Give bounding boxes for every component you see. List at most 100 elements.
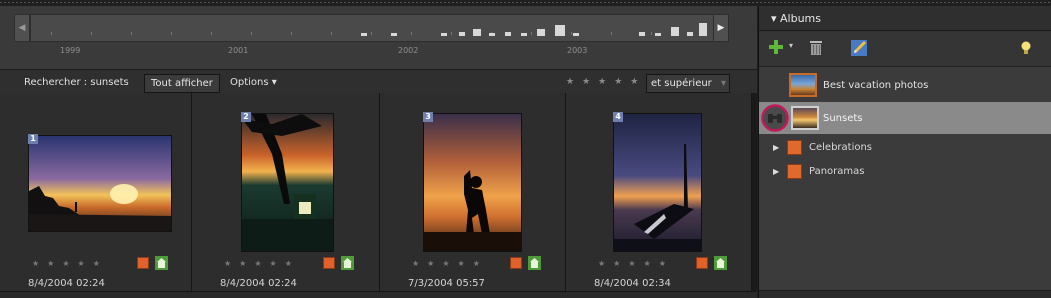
- album-item-best-vacation-photos[interactable]: Best vacation photos: [759, 70, 1051, 100]
- category-folder-icon: [787, 140, 802, 155]
- timeline-tick: [331, 32, 332, 35]
- photo-date: 8/4/2004 02:24: [28, 278, 105, 289]
- albums-panel: ▾ Albums ▾ Best vacation photos Sunsets …: [758, 6, 1051, 298]
- timeline-tick: [211, 32, 212, 35]
- lightbulb-icon[interactable]: [1021, 41, 1031, 55]
- timeline-bar: [521, 33, 527, 36]
- photo-thumbnail[interactable]: [613, 113, 702, 252]
- photo-cell[interactable]: 4 ★★★★★ 8/4/2004 02:34: [566, 93, 752, 292]
- timeline-tick: [411, 32, 412, 35]
- rating-filter-stars[interactable]: ★★★★★: [566, 77, 646, 87]
- timeline-tick: [611, 32, 612, 35]
- timeline-bar: [555, 25, 565, 36]
- albums-toolbar: ▾: [759, 31, 1051, 67]
- album-label: Sunsets: [823, 113, 863, 124]
- timeline-bar: [671, 27, 679, 36]
- timeline-bar: [459, 32, 465, 36]
- albums-header[interactable]: ▾ Albums: [759, 6, 1051, 31]
- binoculars-icon[interactable]: [761, 104, 789, 132]
- timeline-bar: [473, 29, 481, 36]
- timeline-bar: [489, 33, 495, 36]
- timeline-bar: [655, 33, 661, 36]
- timeline-bar: [573, 33, 579, 36]
- timeline-left-button[interactable]: ◀: [14, 14, 30, 42]
- photo-thumbnail[interactable]: [423, 113, 522, 252]
- photo-rating[interactable]: ★★★★★: [224, 259, 300, 268]
- photo-rating[interactable]: ★★★★★: [32, 259, 108, 268]
- album-tag-icon[interactable]: [323, 257, 335, 269]
- photo-date: 8/4/2004 02:34: [594, 278, 671, 289]
- timeline-year: 2002: [398, 46, 419, 55]
- collection-icon[interactable]: [714, 256, 727, 270]
- timeline-tick: [291, 32, 292, 35]
- album-tag-icon[interactable]: [696, 257, 708, 269]
- timeline: ◀ ▶ 1999 2001 2002 2003: [0, 6, 757, 70]
- photo-date: 7/3/2004 05:57: [408, 278, 485, 289]
- timeline-right-button[interactable]: ▶: [713, 14, 729, 42]
- timeline-tick: [371, 32, 372, 35]
- timeline-bar: [537, 29, 545, 36]
- category-item-celebrations[interactable]: ▶ Celebrations: [759, 137, 1051, 159]
- timeline-year: 2003: [567, 46, 588, 55]
- album-tag-icon[interactable]: [137, 257, 149, 269]
- search-query-label: Rechercher : sunsets: [24, 77, 129, 88]
- album-item-sunsets[interactable]: Sunsets: [759, 102, 1051, 134]
- photo-date: 8/4/2004 02:24: [220, 278, 297, 289]
- timeline-year-labels: 1999 2001 2002 2003: [30, 46, 729, 58]
- photo-cell[interactable]: 3 ★★★★★ 7/3/2004 05:57: [380, 93, 566, 292]
- show-all-button[interactable]: Tout afficher: [144, 74, 220, 93]
- timeline-tick: [171, 32, 172, 35]
- options-menu[interactable]: Options ▾: [230, 77, 277, 88]
- album-tag-icon[interactable]: [510, 257, 522, 269]
- timeline-bar: [391, 33, 397, 36]
- timeline-bar: [441, 33, 447, 36]
- timeline-tick: [451, 32, 452, 35]
- timeline-bar: [687, 32, 693, 36]
- photo-thumbnail[interactable]: [241, 113, 334, 252]
- album-thumbnail: [789, 73, 817, 97]
- grid-scrollbar[interactable]: [752, 93, 757, 292]
- chevron-right-icon: ▶: [717, 23, 725, 33]
- photo-rating[interactable]: ★★★★★: [412, 259, 488, 268]
- photo-rating[interactable]: ★★★★★: [598, 259, 674, 268]
- timeline-track[interactable]: [30, 14, 729, 42]
- timeline-tick: [91, 32, 92, 35]
- timeline-histogram: [31, 15, 712, 41]
- chevron-down-icon[interactable]: ▾: [789, 41, 793, 50]
- timeline-bar: [505, 32, 511, 36]
- photo-number: 3: [423, 112, 433, 122]
- timeline-tick: [251, 32, 252, 35]
- rating-mode-select[interactable]: et supérieur ▾: [646, 74, 730, 93]
- timeline-tick: [531, 32, 532, 35]
- collection-icon[interactable]: [341, 256, 354, 270]
- photo-number: 1: [28, 134, 38, 144]
- timeline-bar: [699, 23, 707, 36]
- chevron-left-icon: ◀: [18, 23, 26, 33]
- timeline-bar: [639, 32, 645, 36]
- category-folder-icon: [787, 164, 802, 179]
- chevron-down-icon: ▾: [720, 78, 726, 89]
- category-label: Celebrations: [809, 142, 873, 153]
- timeline-tick: [51, 32, 52, 35]
- photo-cell[interactable]: 1 ★★★★★ 8/4/2004 02:24: [0, 93, 192, 292]
- photo-number: 4: [613, 112, 623, 122]
- photo-organizer-window: ◀ ▶ 1999 2001 2002 2003 Rechercher: sun…: [0, 0, 1051, 298]
- collection-icon[interactable]: [155, 256, 168, 270]
- albums-panel-footer: [759, 290, 1051, 298]
- timeline-year: 1999: [60, 46, 81, 55]
- expand-arrow-icon[interactable]: ▶: [773, 167, 779, 176]
- album-label: Best vacation photos: [823, 80, 929, 91]
- category-item-panoramas[interactable]: ▶ Panoramas: [759, 161, 1051, 183]
- photo-number: 2: [241, 112, 251, 122]
- add-icon[interactable]: [769, 40, 783, 54]
- timeline-bar: [361, 33, 367, 36]
- edit-icon[interactable]: [851, 40, 869, 56]
- collection-icon[interactable]: [528, 256, 541, 270]
- timeline-tick: [651, 32, 652, 35]
- album-thumbnail: [791, 106, 819, 130]
- trash-icon[interactable]: [810, 40, 822, 55]
- photo-thumbnail[interactable]: [28, 135, 172, 232]
- expand-arrow-icon[interactable]: ▶: [773, 143, 779, 152]
- photo-cell[interactable]: 2 ★★★★★ 8/4/2004 02:24: [192, 93, 380, 292]
- category-label: Panoramas: [809, 166, 865, 177]
